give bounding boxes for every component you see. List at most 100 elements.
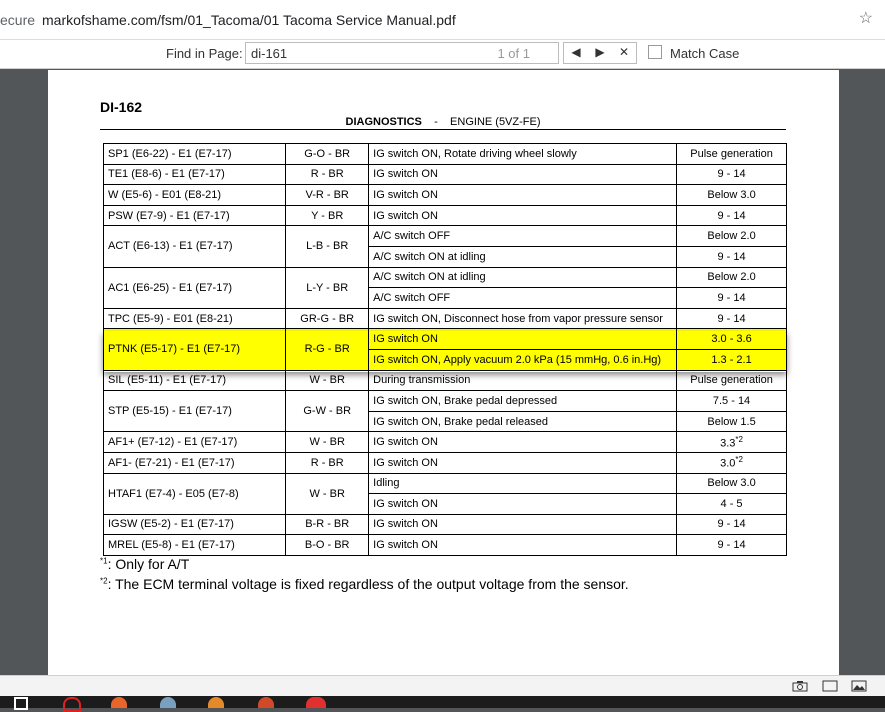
next-match-icon[interactable]: ▶ bbox=[590, 45, 610, 59]
app-icon[interactable] bbox=[258, 697, 274, 708]
find-input-box[interactable]: 1 of 1 bbox=[245, 42, 559, 64]
condition-cell: A/C switch ON at idling bbox=[368, 266, 678, 289]
terminal-cell: IGSW (E5-2) - E1 (E7-17) bbox=[102, 513, 287, 536]
close-find-icon[interactable]: ✕ bbox=[614, 45, 634, 59]
terminal-cell: TPC (E5-9) - E01 (E8-21) bbox=[102, 307, 287, 330]
table-row: PTNK (E5-17) - E1 (E7-17) R-G - BR IG swit… bbox=[102, 328, 787, 371]
find-input[interactable] bbox=[251, 45, 481, 61]
spec-cell: 3.0 - 3.6 bbox=[676, 328, 787, 350]
footnote-2: *2: The ECM terminal voltage is fixed re… bbox=[100, 576, 629, 592]
wiring-cell: W - BR bbox=[285, 431, 370, 453]
spec-cell: Below 1.5 bbox=[676, 410, 787, 433]
firefox-icon[interactable] bbox=[111, 697, 127, 708]
bookmark-star-icon[interactable]: ☆ bbox=[859, 8, 873, 28]
wiring-cell: Y - BR bbox=[285, 204, 370, 227]
spec-cell: 9 - 14 bbox=[676, 534, 787, 556]
table-row: MREL (E5-8) - E1 (E7-17) B-O - BR IG switc… bbox=[102, 534, 787, 556]
page-code: DI-162 bbox=[100, 99, 143, 115]
page-header: DIAGNOSTICS - ENGINE (5VZ-FE) bbox=[100, 116, 786, 128]
camera-icon[interactable] bbox=[792, 680, 808, 692]
condition-cell: IG switch ON, Apply vacuum 2.0 kPa (15 m… bbox=[368, 348, 678, 371]
app-icon[interactable] bbox=[306, 697, 326, 708]
match-count: 1 of 1 bbox=[497, 46, 530, 61]
spec-value: 9 - 14 bbox=[717, 168, 746, 181]
table-row: AC1 (E6-25) - E1 (E7-17) L-Y - BR A/C swit… bbox=[102, 266, 787, 309]
condition-cell: IG switch ON bbox=[368, 451, 678, 474]
wiring-cell: B-O - BR bbox=[285, 534, 370, 556]
terminal-cell: MREL (E5-8) - E1 (E7-17) bbox=[102, 534, 287, 556]
condition-cell: IG switch ON bbox=[368, 184, 678, 206]
terminal-cell: W (E5-6) - E01 (E8-21) bbox=[102, 184, 287, 206]
terminal-cell: HTAF1 (E7-4) - E05 (E7-8) bbox=[102, 472, 287, 515]
spec-footnote-mark: *2 bbox=[735, 434, 743, 444]
condition-cell: IG switch ON bbox=[368, 204, 678, 227]
folder-icon[interactable] bbox=[208, 697, 224, 708]
find-label: Find in Page: bbox=[166, 46, 243, 61]
terminal-cell: TE1 (E8-6) - E1 (E7-17) bbox=[102, 163, 287, 186]
table-row: AF1+ (E7-12) - E1 (E7-17) W - BR IG switch… bbox=[102, 431, 787, 453]
condition-cell: IG switch ON, Disconnect hose from vapor… bbox=[368, 307, 678, 330]
page-icon[interactable] bbox=[822, 680, 838, 692]
spec-value: 3.0 - 3.6 bbox=[711, 333, 752, 346]
condition-cell: A/C switch OFF bbox=[368, 287, 678, 309]
table-row: W (E5-6) - E01 (E8-21) V-R - BR IG switch … bbox=[102, 184, 787, 206]
spec-cell: Below 3.0 bbox=[676, 184, 787, 206]
match-case-label[interactable]: Match Case bbox=[670, 46, 739, 61]
table-row: SIL (E5-11) - E1 (E7-17) W - BR During tra… bbox=[102, 369, 787, 392]
start-icon[interactable] bbox=[14, 697, 28, 710]
subsection-title: ENGINE (5VZ-FE) bbox=[450, 116, 541, 128]
wiring-cell: G-O - BR bbox=[285, 143, 370, 165]
spec-cell: 7.5 - 14 bbox=[676, 390, 787, 412]
taskbar bbox=[0, 696, 885, 712]
spec-value: 9 - 14 bbox=[717, 518, 746, 531]
spec-value: 9 - 14 bbox=[717, 250, 746, 263]
spec-value: 9 - 14 bbox=[717, 291, 746, 304]
header-rule bbox=[100, 129, 786, 130]
condition-cell: IG switch ON, Brake pedal depressed bbox=[368, 390, 678, 412]
viewer-margin bbox=[839, 70, 885, 675]
section-title: DIAGNOSTICS bbox=[345, 116, 422, 128]
footnote-text: : The ECM terminal voltage is fixed rega… bbox=[107, 576, 629, 592]
terminal-cell: AC1 (E6-25) - E1 (E7-17) bbox=[102, 266, 287, 309]
spec-value: 7.5 - 14 bbox=[712, 394, 751, 407]
spec-cell: 4 - 5 bbox=[676, 493, 787, 515]
spec-cell: 3.0*2 bbox=[676, 451, 787, 474]
table-row: SP1 (E6-22) - E1 (E7-17) G-O - BR IG switc… bbox=[102, 143, 787, 165]
app-icon[interactable] bbox=[160, 697, 176, 708]
condition-cell: A/C switch ON at idling bbox=[368, 245, 678, 268]
spec-footnote-mark: *2 bbox=[735, 455, 743, 465]
image-icon[interactable] bbox=[851, 680, 867, 692]
condition-cell: Idling bbox=[368, 472, 678, 495]
wiring-cell: R - BR bbox=[285, 451, 370, 474]
spec-cell: 9 - 14 bbox=[676, 204, 787, 227]
spec-cell: Below 2.0 bbox=[676, 266, 787, 289]
spec-value: Pulse generation bbox=[690, 147, 773, 160]
find-bar: Find in Page: 1 of 1 ◀ ▶ ✕ Match Case bbox=[0, 40, 885, 69]
spec-cell: Below 3.0 bbox=[676, 472, 787, 495]
wiring-cell: W - BR bbox=[285, 369, 370, 392]
condition-cell: IG switch ON, Brake pedal released bbox=[368, 410, 678, 433]
spec-value: 3.0 bbox=[720, 458, 736, 471]
terminal-cell: SP1 (E6-22) - E1 (E7-17) bbox=[102, 143, 287, 165]
spec-cell: 9 - 14 bbox=[676, 513, 787, 536]
table-row: PSW (E7-9) - E1 (E7-17) Y - BR IG switch O… bbox=[102, 204, 787, 227]
match-case-checkbox[interactable] bbox=[648, 45, 662, 59]
status-bar bbox=[0, 675, 885, 696]
wiring-cell: L-B - BR bbox=[285, 225, 370, 268]
condition-cell: IG switch ON bbox=[368, 513, 678, 536]
url-field[interactable]: markofshame.com/fsm/01_Tacoma/01 Tacoma … bbox=[42, 12, 456, 28]
spec-value: Pulse generation bbox=[690, 374, 773, 387]
wiring-cell: L-Y - BR bbox=[285, 266, 370, 309]
diagnostics-table: SP1 (E6-22) - E1 (E7-17) G-O - BR IG switc… bbox=[102, 143, 787, 556]
previous-match-icon[interactable]: ◀ bbox=[566, 45, 586, 59]
wiring-cell: R - BR bbox=[285, 163, 370, 186]
spec-value: 1.3 - 2.1 bbox=[711, 353, 752, 366]
spec-cell: Pulse generation bbox=[676, 143, 787, 165]
opera-icon[interactable] bbox=[63, 697, 81, 712]
terminal-cell: STP (E5-15) - E1 (E7-17) bbox=[102, 390, 287, 433]
spec-value: Below 2.0 bbox=[707, 271, 756, 284]
spec-value: 9 - 14 bbox=[717, 209, 746, 222]
table-row: ACT (E6-13) - E1 (E7-17) L-B - BR A/C swit… bbox=[102, 225, 787, 268]
spec-value: Below 3.0 bbox=[707, 477, 756, 490]
security-label[interactable]: ecure bbox=[0, 12, 35, 28]
